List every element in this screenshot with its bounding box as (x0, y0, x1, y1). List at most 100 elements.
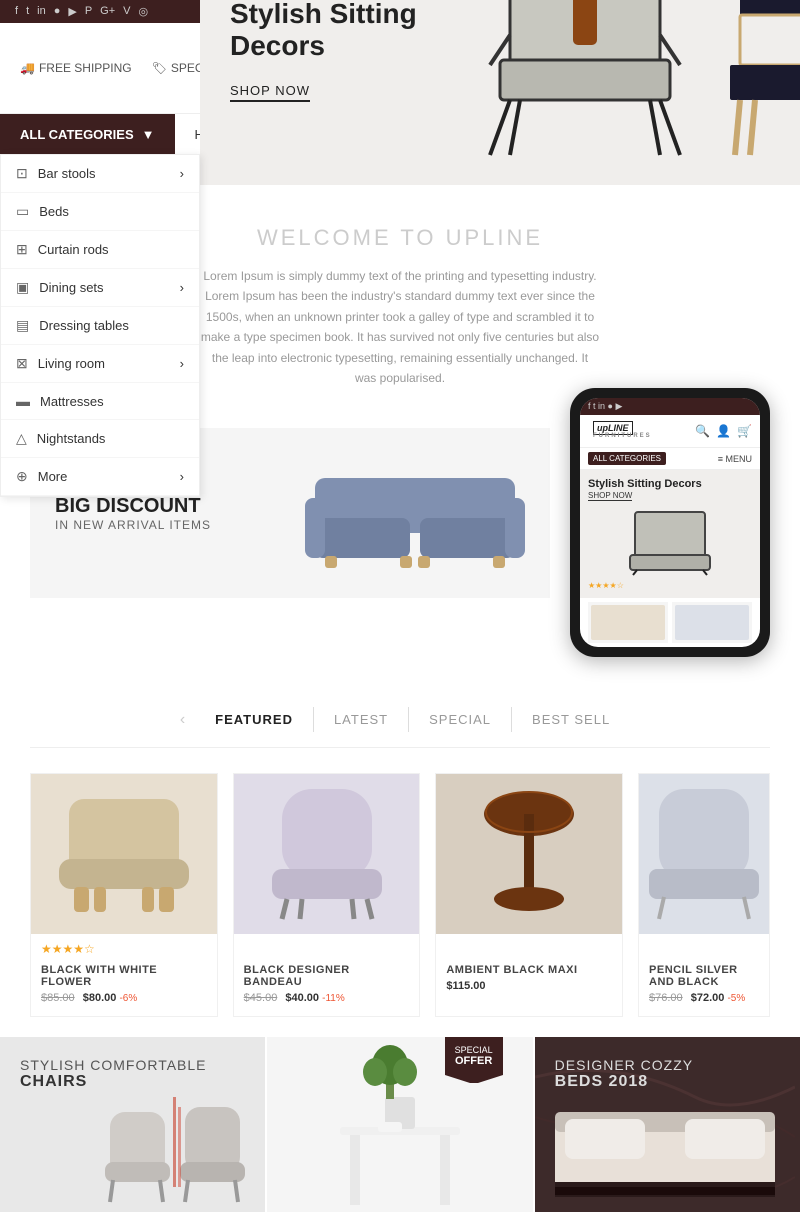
chair-svg-1 (54, 789, 194, 919)
table-svg (469, 784, 589, 924)
dropdown-item-curtain[interactable]: ⊞ Curtain rods (1, 231, 199, 269)
curtain-icon: ⊞ (16, 241, 28, 258)
social-icons[interactable]: f t in ● ▶ P G+ V ◎ (15, 5, 148, 18)
phone-mockup: f t in ● ▶ upLINE FURNITURES 🔍 👤 🛒 ALL C… (570, 388, 770, 657)
product-info-1: BLACK WITH WHITE FLOWER $85.00 $80.00 -6… (31, 959, 217, 1016)
product-price-1: $85.00 $80.00 -6% (41, 992, 207, 1004)
rss-icon[interactable]: ● (54, 5, 61, 18)
youtube-icon[interactable]: ▶ (68, 5, 76, 18)
dropdown-item-barstools[interactable]: ⊡ Bar stools › (1, 155, 199, 193)
bottle-decoration (565, 0, 605, 55)
phone-top-bar: f t in ● ▶ (580, 398, 760, 415)
chairs-bottom-svg (105, 1092, 265, 1212)
product-name-1: BLACK WITH WHITE FLOWER (41, 964, 207, 988)
tab-special[interactable]: SPECIAL (409, 707, 512, 732)
phone-menu[interactable]: ≡ MENU (718, 454, 752, 464)
old-price-2: $45.00 (244, 992, 278, 1004)
phone-logo: upLINE FURNITURES (588, 420, 657, 442)
beds-icon: ▭ (16, 203, 29, 220)
product-section: ‹ FEATURED LATEST SPECIAL BEST SELL ★★★★… (0, 687, 800, 1037)
phone-hero-section: Stylish Sitting Decors SHOP NOW ★★★★☆ (580, 470, 760, 598)
phone-search-icon: 🔍 (695, 424, 710, 438)
discount-4: -5% (727, 993, 745, 1004)
prev-tab-btn[interactable]: ‹ (170, 711, 195, 729)
old-price-1: $85.00 (41, 992, 75, 1004)
chair-svg-2 (262, 784, 392, 924)
vimeo-icon[interactable]: V (123, 5, 130, 18)
discount-1: -6% (119, 993, 137, 1004)
dropdown-item-nightstands[interactable]: △ Nightstands (1, 420, 199, 458)
googleplus-icon[interactable]: G+ (100, 5, 115, 18)
chevron-right-icon-2: › (180, 280, 184, 295)
nightstand-icon: △ (16, 430, 27, 447)
product-card-3: ★ AMBIENT BLACK MAXI $115.00 (435, 773, 623, 1017)
bottom-promo: STYLISH COMFORTABLE CHAIRS Special OFFER (0, 1037, 800, 1212)
linkedin-icon[interactable]: in (37, 5, 46, 18)
product-price-2: $45.00 $40.00 -11% (244, 992, 410, 1004)
hero-title: Stylish Sitting Decors (230, 0, 480, 62)
new-price-3: $115.00 (446, 980, 485, 992)
phone-screen: f t in ● ▶ upLINE FURNITURES 🔍 👤 🛒 ALL C… (580, 398, 760, 647)
chevron-down-icon: ▼ (142, 127, 155, 142)
hero-chair-secondary (720, 0, 800, 165)
product-img-4 (639, 774, 769, 934)
chairs-subtitle: CHAIRS (20, 1073, 207, 1091)
phone-header-icons: 🔍 👤 🛒 (695, 424, 752, 438)
product-card-1: ★★★★☆ BLACK WITH WHITE FLOWER $85.00 $80… (30, 773, 218, 1017)
twitter-icon[interactable]: t (26, 5, 29, 18)
hero-section: Stylish Sitting Decors SHOP NOW (200, 0, 800, 185)
dropdown-item-mattresses[interactable]: ▬ Mattresses (1, 383, 199, 420)
hero-images (480, 0, 800, 165)
product-img-2 (234, 774, 420, 934)
dining-icon: ▣ (16, 279, 29, 296)
dropdown-item-living[interactable]: ⊠ Living room › (1, 345, 199, 383)
dropdown-item-beds[interactable]: ▭ Beds (1, 193, 199, 231)
product-card-4: ★ PENCIL SILVER AND BLACK $76.00 $72.00 … (638, 773, 770, 1017)
promo-special[interactable]: Special OFFER (267, 1037, 532, 1212)
shop-now-link[interactable]: SHOP NOW (230, 83, 310, 102)
product-price-3: $115.00 (446, 980, 612, 992)
facebook-icon[interactable]: f (15, 5, 18, 18)
dropdown-item-more[interactable]: ⊕ More › (1, 458, 199, 496)
instagram-icon[interactable]: ◎ (138, 5, 148, 18)
phone-header: upLINE FURNITURES 🔍 👤 🛒 (580, 415, 760, 448)
old-price-4: $76.00 (649, 992, 683, 1004)
barstools-icon: ⊡ (16, 165, 28, 182)
phone-product-img-2 (675, 605, 749, 640)
tag-icon: 🏷 (152, 61, 167, 75)
phone-stars: ★★★★☆ (588, 581, 752, 590)
new-price-2: $40.00 (285, 992, 319, 1004)
tab-bestsell[interactable]: BEST SELL (512, 707, 630, 732)
tab-latest[interactable]: LATEST (314, 707, 409, 732)
phone-hero-title: Stylish Sitting Decors (588, 478, 752, 490)
chairs-promo-text: STYLISH COMFORTABLE CHAIRS (20, 1057, 207, 1091)
phone-product-img-1 (591, 605, 665, 640)
phone-categories[interactable]: ALL CATEGORIES (588, 452, 666, 465)
product-info-3: AMBIENT BLACK MAXI $115.00 (436, 959, 622, 1004)
phone-product-2 (672, 602, 752, 643)
dropdown-item-dining[interactable]: ▣ Dining sets › (1, 269, 199, 307)
phone-product-1 (588, 602, 668, 643)
truck-icon: 🚚 (20, 61, 35, 75)
chevron-right-icon: › (180, 166, 184, 181)
dropdown-item-dressing[interactable]: ▤ Dressing tables (1, 307, 199, 345)
hero-text: Stylish Sitting Decors SHOP NOW (230, 0, 480, 102)
categories-dropdown-button[interactable]: ALL CATEGORIES ▼ (0, 114, 175, 154)
mattress-icon: ▬ (16, 393, 30, 409)
products-grid: ★★★★☆ BLACK WITH WHITE FLOWER $85.00 $80… (30, 773, 770, 1017)
sofa-image (305, 458, 525, 568)
new-price-4: $72.00 (691, 992, 725, 1004)
tab-featured[interactable]: FEATURED (195, 707, 314, 732)
beds-promo-text: DESIGNER COZZY BEDS 2018 (555, 1057, 693, 1091)
pinterest-icon[interactable]: P (85, 5, 92, 18)
beds-subtitle: BEDS 2018 (555, 1073, 693, 1091)
new-price-1: $80.00 (83, 992, 117, 1004)
phone-account-icon: 👤 (716, 424, 731, 438)
living-icon: ⊠ (16, 355, 28, 372)
phone-shop-now[interactable]: SHOP NOW (588, 491, 632, 501)
promo-beds[interactable]: DESIGNER COZZY BEDS 2018 (535, 1037, 800, 1212)
promo-chairs[interactable]: STYLISH COMFORTABLE CHAIRS (0, 1037, 265, 1212)
discount-text: BIG DISCOUNT IN NEW ARRIVAL ITEMS (55, 495, 211, 532)
categories-dropdown: ⊡ Bar stools › ▭ Beds ⊞ Curtain rods ▣ D… (0, 154, 200, 497)
product-stars-1: ★★★★☆ (31, 934, 217, 959)
